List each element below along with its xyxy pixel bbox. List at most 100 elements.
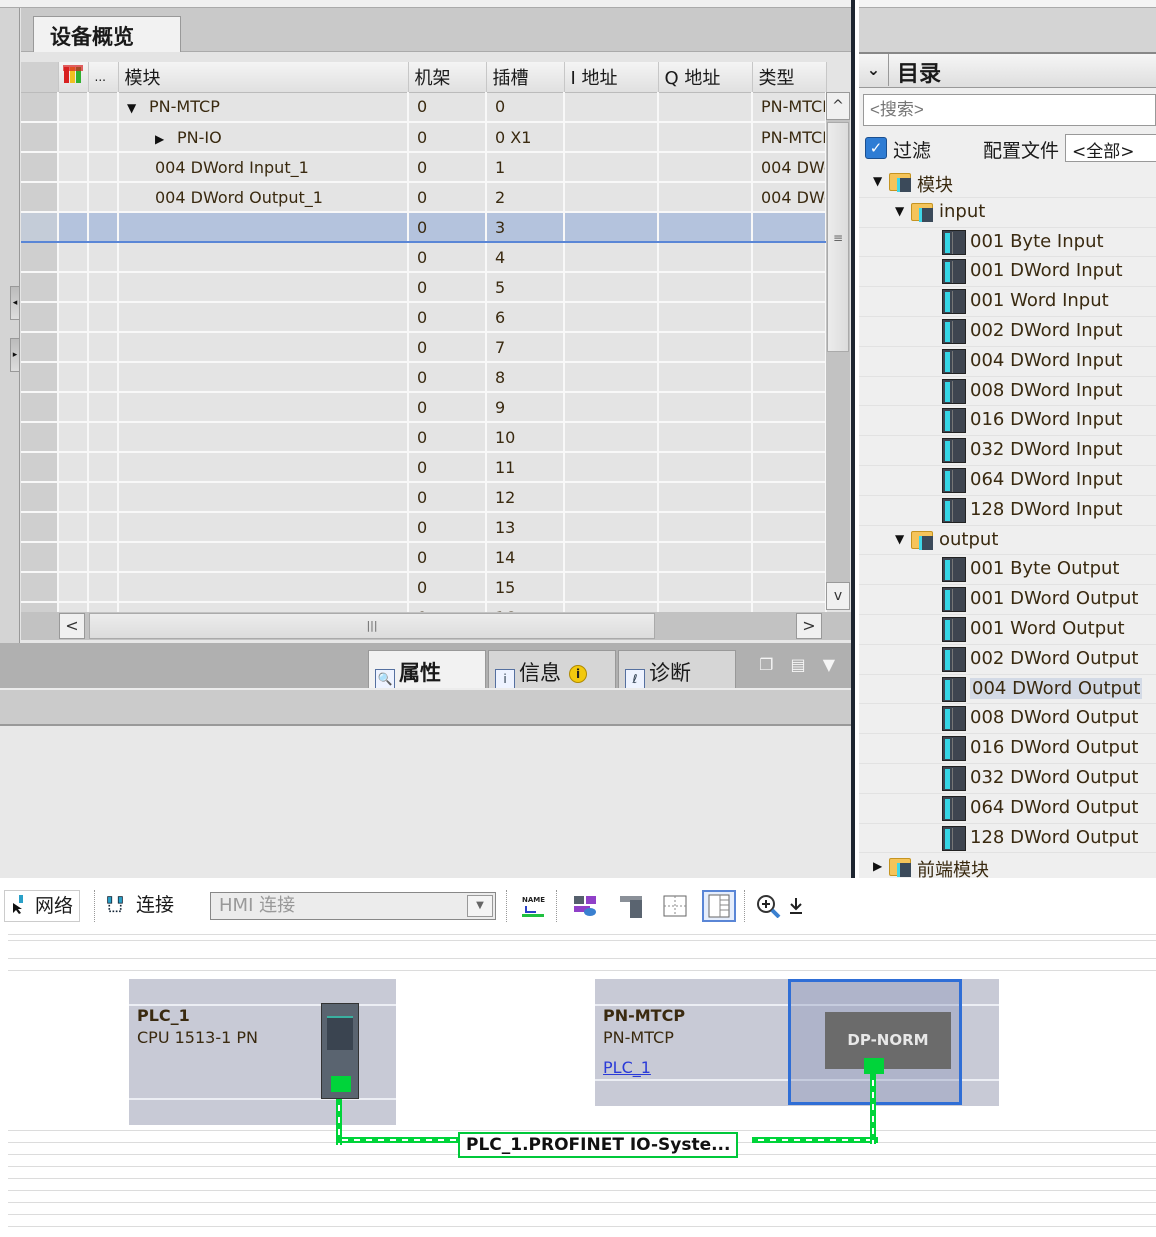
table-row[interactable]: 016	[21, 602, 827, 612]
slot-cell[interactable]: 12	[486, 482, 565, 513]
table-row[interactable]: 0 15	[21, 572, 827, 603]
module-cell[interactable]: 004 DWord Output_1	[118, 182, 409, 213]
rack-cell[interactable]: 0	[408, 182, 487, 213]
status-cell[interactable]	[58, 362, 89, 393]
module-cell[interactable]	[118, 422, 409, 453]
io-device-profinet-port[interactable]	[864, 1058, 884, 1074]
catalog-module-item[interactable]: 064 DWord Output	[859, 794, 1156, 824]
rack-cell[interactable]: 0	[408, 482, 487, 513]
status-cell[interactable]	[58, 542, 89, 573]
status-cell[interactable]	[58, 152, 89, 183]
catalog-module-item[interactable]: 128 DWord Input	[859, 496, 1156, 526]
table-row[interactable]: ▶ PN-IO 0 0 X1 PN-MTCP	[21, 122, 827, 153]
table-row[interactable]: 004 DWord Input_1 01 004 DWord Input	[21, 152, 827, 183]
tab-diagnostics[interactable]: ℓ 诊断	[618, 650, 736, 689]
i-address-cell[interactable]	[564, 211, 659, 243]
collapse-left-button[interactable]: ◂	[10, 286, 20, 320]
q-address-cell[interactable]	[658, 302, 753, 333]
q-address-cell[interactable]	[658, 452, 753, 483]
row-header-cell[interactable]	[21, 182, 59, 213]
q-address-cell[interactable]	[658, 572, 753, 603]
more-cell[interactable]	[88, 512, 119, 543]
row-header-cell[interactable]	[21, 422, 59, 453]
rack-cell[interactable]: 0	[408, 602, 487, 612]
i-address-cell[interactable]	[564, 512, 659, 543]
more-cell[interactable]	[88, 302, 119, 333]
q-address-cell[interactable]	[658, 92, 753, 123]
i-address-cell[interactable]	[564, 482, 659, 513]
module-cell[interactable]: ▼ PN-MTCP	[118, 92, 409, 123]
scroll-right-button[interactable]: >	[796, 613, 822, 639]
slot-cell[interactable]: 1	[486, 152, 565, 183]
dropdown-arrow-icon[interactable]: ▼	[467, 895, 493, 917]
io-system-line-left[interactable]	[336, 1137, 460, 1143]
rack-cell[interactable]: 0	[408, 572, 487, 603]
module-cell[interactable]	[118, 602, 409, 612]
cpu-module-icon[interactable]	[321, 1003, 359, 1099]
row-header-cell[interactable]	[21, 452, 59, 483]
table-row[interactable]: 03	[21, 211, 827, 243]
horizontal-scrollbar[interactable]: < ||| >	[21, 612, 851, 640]
col-header-more[interactable]: ...	[88, 62, 119, 93]
catalog-module-item[interactable]: 002 DWord Output	[859, 645, 1156, 675]
table-row[interactable]: 08	[21, 362, 827, 393]
row-header-cell[interactable]	[21, 92, 59, 123]
table-row[interactable]: 0 11	[21, 452, 827, 483]
type-cell[interactable]: PN-MTCP	[752, 92, 827, 123]
module-cell[interactable]	[118, 332, 409, 363]
expand-down-icon[interactable]: ▼	[873, 174, 882, 188]
type-cell[interactable]	[752, 512, 827, 543]
rack-cell[interactable]: 0	[408, 362, 487, 393]
q-address-cell[interactable]	[658, 392, 753, 423]
connection-type-select[interactable]: HMI 连接 ▼	[210, 892, 496, 920]
row-header-cell[interactable]	[21, 211, 59, 243]
io-system-line-right[interactable]	[752, 1137, 878, 1143]
i-address-cell[interactable]	[564, 332, 659, 363]
module-cell[interactable]	[118, 302, 409, 333]
profile-select[interactable]: <全部>	[1065, 134, 1156, 162]
q-address-cell[interactable]	[658, 512, 753, 543]
network-mode-button[interactable]: 网络	[4, 890, 81, 922]
type-cell[interactable]: PN-MTCP	[752, 122, 827, 153]
rack-cell[interactable]: 0	[408, 392, 487, 423]
i-address-cell[interactable]	[564, 572, 659, 603]
type-cell[interactable]: 004 DWord Output	[752, 182, 827, 213]
io-system-label[interactable]: PLC_1.PROFINET IO-Syste...	[458, 1132, 739, 1158]
col-header-slot[interactable]: 插槽	[486, 62, 565, 93]
table-row[interactable]: 004 DWord Output_1 02 004 DWord Output	[21, 182, 827, 213]
scroll-down-button[interactable]: v	[826, 582, 850, 610]
module-cell[interactable]	[118, 572, 409, 603]
row-header-cell[interactable]	[21, 512, 59, 543]
status-cell[interactable]	[58, 452, 89, 483]
q-address-cell[interactable]	[658, 482, 753, 513]
module-cell[interactable]	[118, 272, 409, 303]
table-row[interactable]: ▼ PN-MTCP 0 0 PN-MTCP	[21, 92, 827, 123]
q-address-cell[interactable]	[658, 602, 753, 612]
rack-cell[interactable]: 0	[408, 272, 487, 303]
catalog-search-input[interactable]	[863, 94, 1156, 126]
module-cell[interactable]	[118, 211, 409, 243]
module-icon[interactable]	[618, 894, 644, 918]
i-address-cell[interactable]	[564, 542, 659, 573]
scroll-left-button[interactable]: <	[59, 613, 85, 639]
catalog-module-item[interactable]: 001 Word Input	[859, 287, 1156, 317]
q-address-cell[interactable]	[658, 272, 753, 303]
more-cell[interactable]	[88, 152, 119, 183]
slot-cell[interactable]: 7	[486, 332, 565, 363]
assign-name-icon[interactable]: NAME	[520, 894, 546, 918]
more-cell[interactable]	[88, 332, 119, 363]
catalog-module-item[interactable]: 032 DWord Input	[859, 436, 1156, 466]
module-cell[interactable]	[118, 392, 409, 423]
type-cell[interactable]: 004 DWord Input	[752, 152, 827, 183]
type-cell[interactable]	[752, 452, 827, 483]
more-cell[interactable]	[88, 122, 119, 153]
q-address-cell[interactable]	[658, 122, 753, 153]
module-cell[interactable]	[118, 362, 409, 393]
more-cell[interactable]	[88, 572, 119, 603]
status-cell[interactable]	[58, 92, 89, 123]
status-cell[interactable]	[58, 242, 89, 273]
table-view-icon[interactable]	[702, 890, 736, 922]
scroll-up-button[interactable]: ^	[826, 92, 850, 120]
catalog-module-item[interactable]: 032 DWord Output	[859, 764, 1156, 794]
row-header-cell[interactable]	[21, 602, 59, 612]
